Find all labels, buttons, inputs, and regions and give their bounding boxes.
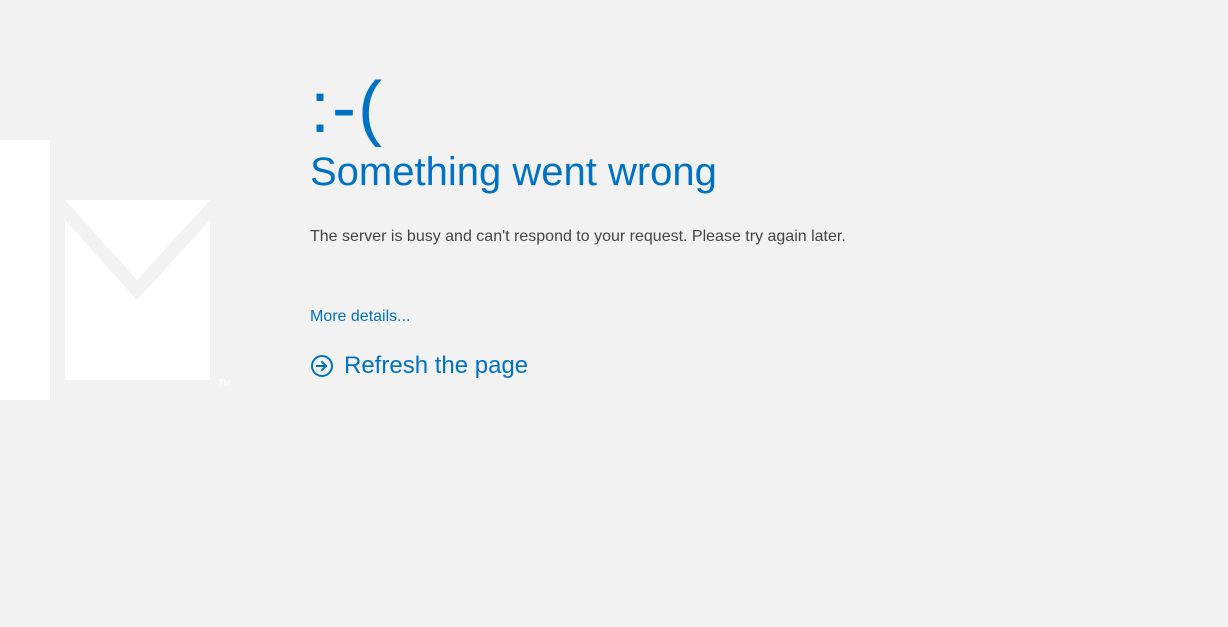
refresh-page-button[interactable]: Refresh the page bbox=[310, 352, 528, 380]
error-panel: :-( Something went wrong The server is b… bbox=[310, 72, 1070, 380]
trademark-text: TM bbox=[218, 378, 231, 388]
refresh-page-label: Refresh the page bbox=[344, 352, 528, 380]
more-details-link[interactable]: More details... bbox=[310, 308, 410, 326]
mail-logo-icon bbox=[0, 140, 240, 400]
error-headline: Something went wrong bbox=[310, 150, 1070, 194]
error-message: The server is busy and can't respond to … bbox=[310, 228, 1070, 246]
arrow-right-circle-icon bbox=[310, 354, 334, 378]
sad-face-emoticon: :-( bbox=[310, 72, 1070, 144]
